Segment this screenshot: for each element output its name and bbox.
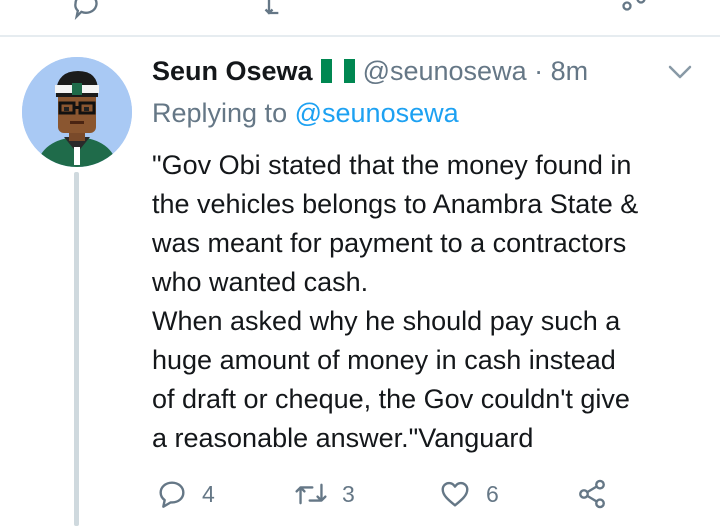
reply-icon <box>159 481 185 508</box>
share-button[interactable] <box>576 474 622 514</box>
author-name[interactable]: Seun Osewa <box>152 56 313 86</box>
retweet-count: 3 <box>342 480 355 507</box>
reply-count: 4 <box>202 480 215 507</box>
tweet-divider <box>0 35 720 37</box>
replying-prefix: Replying to <box>152 98 288 128</box>
heart-icon <box>441 481 469 507</box>
nigeria-flag-icon <box>320 59 355 88</box>
reply-icon[interactable] <box>72 0 100 25</box>
retweet-button[interactable]: 3 <box>294 474 355 514</box>
like-count: 6 <box>486 480 499 507</box>
thread-line <box>74 172 79 526</box>
reply-button[interactable]: 4 <box>156 474 215 514</box>
replying-to: Replying to @seunosewa <box>152 98 459 129</box>
tweet-text: "Gov Obi stated that the money found in … <box>152 150 639 453</box>
previous-tweet-actions <box>0 0 720 34</box>
author-handle-and-time[interactable]: @seunosewa · 8m <box>363 56 589 86</box>
tweet-actions: 4 3 6 <box>152 474 712 514</box>
avatar[interactable] <box>22 57 132 167</box>
replying-to-handle-link[interactable]: @seunosewa <box>295 98 459 128</box>
chevron-down-icon[interactable] <box>666 62 694 87</box>
like-button[interactable]: 6 <box>438 474 499 514</box>
retweet-icon <box>295 483 327 505</box>
retweet-icon[interactable] <box>262 0 290 25</box>
avatar-illustration <box>22 57 132 167</box>
tweet-header: Seun Osewa @seunosewa · 8m <box>152 56 588 96</box>
share-icon[interactable] <box>620 0 648 25</box>
share-icon <box>579 479 605 509</box>
